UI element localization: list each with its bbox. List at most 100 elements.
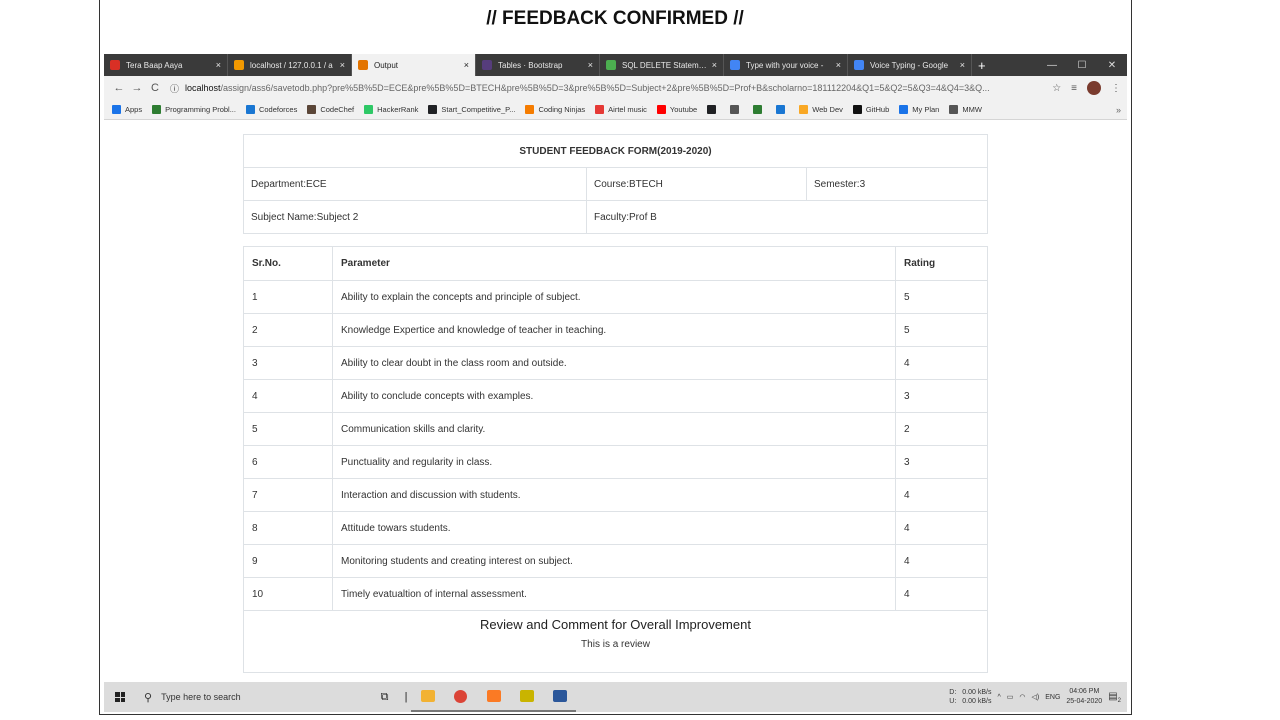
editor-icon[interactable] [510,682,543,712]
minimize-button[interactable]: — [1037,60,1067,71]
reload-icon[interactable]: C [146,82,164,94]
bookmark-item[interactable] [730,105,743,114]
cell-sr: 8 [243,511,333,545]
bookmark-item[interactable]: MMW [949,105,982,114]
table-row: 4 Ability to conclude concepts with examp… [243,379,988,413]
bookmark-label: Airtel music [608,105,647,114]
bookmark-item[interactable] [707,105,720,114]
bookmark-item[interactable]: Web Dev [799,105,843,114]
notification-icon[interactable]: ▤2 [1108,691,1121,704]
bookmark-item[interactable]: Coding Ninjas [525,105,585,114]
task-view-icon[interactable]: ⧉ [368,682,401,712]
tab-close-icon[interactable]: × [712,60,717,70]
browser-tab[interactable]: SQL DELETE Statement × [600,54,724,76]
taskbar-search[interactable]: ⚲ Type here to search [136,682,368,712]
bookmark-item[interactable]: HackerRank [364,105,418,114]
browser-tab[interactable]: Voice Typing - Google × [848,54,972,76]
bookmark-item[interactable]: Start_Competitive_P... [428,105,515,114]
tab-favicon-icon [234,60,244,70]
menu-icon[interactable]: ⋮ [1111,83,1121,94]
start-button[interactable] [104,682,136,712]
info-icon[interactable]: ⓘ [170,82,179,95]
xampp-icon[interactable] [477,682,510,712]
star-icon[interactable]: ☆ [1052,83,1061,94]
clock[interactable]: 04:06 PM 25-04-2020 [1066,687,1102,707]
tab-close-icon[interactable]: × [960,60,965,70]
word-icon[interactable] [543,682,576,712]
tab-favicon-icon [606,60,616,70]
bookmark-item[interactable]: Codeforces [245,105,297,114]
url-host: localhost [185,83,221,93]
bookmark-item[interactable]: Programming Probl... [152,105,236,114]
table-row: 10 Timely evatualtion of internal assessm… [243,577,988,611]
cell-parameter: Timely evatualtion of internal assessmen… [332,577,896,611]
cell-rating: 3 [895,379,988,413]
cell-parameter: Punctuality and regularity in class. [332,445,896,479]
header-parameter: Parameter [332,246,896,281]
back-arrow-icon[interactable]: ← [110,82,128,94]
bookmarks-more-icon[interactable]: » [1116,105,1121,115]
subject-cell: Subject Name:Subject 2 [243,200,587,234]
maximize-button[interactable]: ☐ [1067,60,1097,71]
table-row: 2 Knowledge Expertice and knowledge of te… [243,313,988,347]
bookmarks-bar: Apps Programming Probl... Codeforces CodeCh… [104,100,1127,120]
bookmark-item[interactable]: CodeChef [307,105,354,114]
language-indicator[interactable]: ENG [1045,694,1060,701]
bookmark-item[interactable] [776,105,789,114]
wifi-icon[interactable]: ◠ [1019,693,1025,701]
tab-close-icon[interactable]: × [216,60,221,70]
cell-parameter: Ability to conclude concepts with exampl… [332,379,896,413]
chevron-up-icon[interactable]: ^ [997,694,1000,701]
browser-tab[interactable]: localhost / 127.0.0.1 / a × [228,54,352,76]
cell-parameter: Attitude towars students. [332,511,896,545]
file-explorer-icon[interactable] [411,682,444,712]
window-controls: — ☐ ✕ [1037,54,1127,76]
url-path: /assign/ass6/savetodb.php?pre%5B%5D=ECE&… [220,83,990,93]
bookmark-label: Start_Competitive_P... [441,105,516,114]
avatar[interactable] [1087,81,1101,95]
browser-tab[interactable]: Output × [352,54,476,76]
forward-arrow-icon[interactable]: → [128,82,146,94]
bookmark-item[interactable]: Airtel music [595,105,647,114]
tab-label: SQL DELETE Statement [622,60,708,70]
battery-icon[interactable]: ▭ [1007,693,1014,701]
bookmark-icon [776,105,786,114]
tab-close-icon[interactable]: × [340,60,345,70]
bookmark-label: My Plan [912,105,940,114]
cell-sr: 5 [243,412,333,446]
bookmark-item[interactable]: My Plan [899,105,939,114]
bookmark-icon [730,105,740,114]
bookmark-icon [595,105,605,114]
drive-labels: D: U: [949,689,957,705]
new-tab-button[interactable]: + [978,58,986,73]
bookmark-label: Programming Probl... [165,105,236,114]
tab-close-icon[interactable]: × [588,60,593,70]
bookmark-icon [112,105,121,114]
ratings-table: Sr.No. Parameter Rating 1 Ability to expl… [243,246,988,611]
media-queue-icon[interactable]: ≡ [1071,83,1077,94]
network-speed: 0.00 kB/s 0.00 kB/s [962,689,992,705]
browser-tab[interactable]: Tera Baap Aaya × [104,54,228,76]
tab-close-icon[interactable]: × [836,60,841,70]
bookmark-item[interactable]: Apps [112,105,142,114]
tab-label: Type with your voice - [746,60,824,70]
bookmark-item[interactable]: Youtube [656,105,697,114]
tab-favicon-icon [358,60,368,70]
bookmark-icon [799,105,809,114]
cell-sr: 7 [243,478,333,512]
cell-rating: 4 [895,577,988,611]
cell-rating: 5 [895,313,988,347]
bookmark-item[interactable]: GitHub [852,105,889,114]
close-window-button[interactable]: ✕ [1097,60,1127,71]
tab-close-icon[interactable]: × [464,60,469,70]
url-field[interactable]: ⓘ localhost /assign/ass6/savetodb.php?pr… [170,79,1046,97]
chrome-icon[interactable] [444,682,477,712]
volume-icon[interactable]: ◁) [1032,693,1040,701]
review-text: This is a review [581,639,650,650]
bookmark-item[interactable] [753,105,766,114]
tab-label: Tables · Bootstrap [498,60,563,70]
search-icon: ⚲ [144,691,153,704]
browser-tab[interactable]: Type with your voice - × [724,54,848,76]
cell-parameter: Ability to explain the concepts and prin… [332,280,896,314]
browser-tab[interactable]: Tables · Bootstrap × [476,54,600,76]
